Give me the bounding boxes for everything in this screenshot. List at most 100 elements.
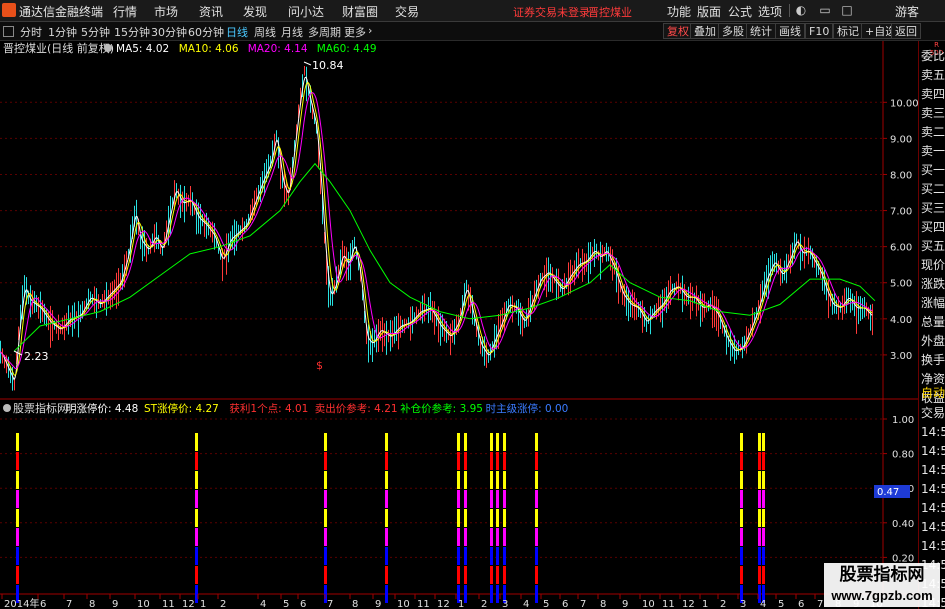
x-tick-label: 9 — [112, 599, 118, 609]
signal-bar-segment — [758, 471, 761, 489]
side-item[interactable]: 委比 — [919, 47, 945, 66]
side-item[interactable]: 涨跌 — [919, 275, 945, 294]
site-watermark: 股票指标网 www.7gpzb.com — [824, 563, 940, 607]
side-item[interactable]: 卖一 — [919, 142, 945, 161]
side-item[interactable]: 卖四 — [919, 85, 945, 104]
side-item[interactable]: 卖二 — [919, 123, 945, 142]
overlay-button[interactable]: 叠加 — [690, 23, 720, 39]
signal-bar-segment — [503, 509, 506, 527]
signal-bar-segment — [457, 433, 460, 451]
menu-market[interactable]: 行情 — [113, 3, 137, 20]
period-monthly[interactable]: 月线 — [281, 24, 303, 40]
ma-legend-item: MA60: 4.49 — [317, 43, 377, 55]
side-item[interactable]: 买五 — [919, 237, 945, 256]
signal-bar-segment — [385, 566, 388, 584]
side-item[interactable]: 买二 — [919, 180, 945, 199]
stats-button[interactable]: 统计 — [746, 23, 776, 39]
signal-bar-segment — [535, 452, 538, 470]
side-item[interactable]: 买一 — [919, 161, 945, 180]
period-multi[interactable]: 多周期 — [308, 24, 341, 40]
signal-bar-segment — [758, 566, 761, 584]
draw-line-button[interactable]: 画线 — [775, 23, 805, 39]
signal-bar-segment — [496, 490, 499, 508]
signal-bar-segment — [195, 471, 198, 489]
x-tick-label: 1 — [702, 599, 708, 609]
main-y-axis-ticks: 10.00 9.00 8.00 7.00 6.00 5.00 4.00 3.00 — [883, 98, 918, 362]
period-more[interactable]: 更多 — [344, 24, 366, 40]
menu-trade[interactable]: 交易 — [395, 3, 419, 20]
side-item[interactable]: 外盘 — [919, 332, 945, 351]
side-item[interactable]: 卖三 — [919, 104, 945, 123]
signal-bar-segment — [490, 547, 493, 565]
menu-function[interactable]: 功能 — [667, 3, 691, 20]
watermark-cn: 股票指标网 — [839, 565, 925, 585]
period-5min[interactable]: 5分钟 — [81, 24, 110, 40]
adjust-button[interactable]: 复权 — [663, 23, 693, 39]
signal-bar-segment — [490, 509, 493, 527]
trade-login-warning[interactable]: 证券交易未登录 — [513, 4, 590, 20]
period-weekly[interactable]: 周线 — [254, 24, 276, 40]
auto-trade-button[interactable]: 自动 — [919, 383, 945, 403]
signal-bar-segment — [535, 547, 538, 565]
menu-discover[interactable]: 发现 — [243, 3, 267, 20]
menu-options[interactable]: 选项 — [758, 3, 782, 20]
back-button[interactable]: 返回 — [891, 23, 921, 39]
side-item[interactable]: 现价 — [919, 256, 945, 275]
period-daily[interactable]: 日线 — [226, 24, 248, 40]
auto-trade-button-line2[interactable]: 交易 — [919, 403, 945, 423]
period-timeshare[interactable]: 分时 — [20, 24, 42, 40]
side-item[interactable]: 买四 — [919, 218, 945, 237]
skin-icon[interactable]: ◐ — [794, 3, 808, 17]
menu-ask[interactable]: 问小达 — [288, 3, 324, 20]
dividend-marker[interactable]: $ — [316, 359, 323, 372]
side-item[interactable]: 买三 — [919, 199, 945, 218]
x-tick-label: 9 — [375, 599, 381, 609]
signal-bar-segment — [464, 528, 467, 546]
x-tick-label: 4 — [523, 599, 529, 609]
signal-bar-segment — [503, 528, 506, 546]
signal-bar-segment — [535, 566, 538, 584]
indicator-legend-item: 时主级涨停: 0.00 — [486, 402, 569, 415]
signal-bar-segment — [762, 490, 765, 508]
f10-button[interactable]: F10 — [805, 23, 834, 39]
side-item[interactable]: 总量 — [919, 313, 945, 332]
x-tick-label: 6 — [300, 599, 306, 609]
chevron-right-icon[interactable]: › — [368, 24, 372, 37]
side-item[interactable]: 换手 — [919, 351, 945, 370]
guest-user[interactable]: 游客 — [895, 3, 919, 20]
period-1min[interactable]: 1分钟 — [48, 24, 77, 40]
signal-bar-segment — [464, 566, 467, 584]
side-item[interactable]: 卖五 — [919, 66, 945, 85]
menu-wealth[interactable]: 财富圈 — [342, 3, 378, 20]
x-tick-label: 5 — [283, 599, 289, 609]
signal-bar-segment — [16, 452, 19, 470]
x-tick-label: 6 — [798, 599, 804, 609]
menu-formula[interactable]: 公式 — [728, 3, 752, 20]
chart-area[interactable]: 晋控煤业(日线 前复权) MA5: 4.02 MA10: 4.06 MA20: 4.… — [0, 41, 918, 609]
signal-bar-segment — [762, 433, 765, 451]
period-60min[interactable]: 60分钟 — [188, 24, 224, 40]
signal-bar-segment — [195, 452, 198, 470]
indicator-grid — [0, 418, 883, 558]
signal-bar-segment — [457, 547, 460, 565]
multi-stock-button[interactable]: 多股 — [718, 23, 748, 39]
x-tick-label: 7 — [580, 599, 586, 609]
period-30min[interactable]: 30分钟 — [151, 24, 187, 40]
indicator-tick-label: 1.00 — [892, 415, 914, 426]
minimize-icon[interactable]: ▭ — [818, 3, 832, 17]
signal-bar-segment — [490, 566, 493, 584]
menu-exchange[interactable]: 市场 — [154, 3, 178, 20]
side-item[interactable]: 涨幅 — [919, 294, 945, 313]
settings-icon[interactable] — [104, 44, 112, 52]
toolbar-toggle-icon[interactable] — [3, 26, 14, 37]
indicator-name[interactable]: 股票指标网 — [13, 401, 68, 415]
signal-bar-segment — [490, 528, 493, 546]
indicator-legend-item: 明涨停价: 4.48 — [66, 402, 138, 415]
indicator-settings-icon[interactable] — [3, 404, 11, 412]
mark-button[interactable]: 标记 — [833, 23, 863, 39]
signal-bar-segment — [740, 433, 743, 451]
period-15min[interactable]: 15分钟 — [114, 24, 150, 40]
maximize-icon[interactable]: □ — [840, 3, 854, 17]
menu-news[interactable]: 资讯 — [199, 3, 223, 20]
menu-layout[interactable]: 版面 — [697, 3, 721, 20]
